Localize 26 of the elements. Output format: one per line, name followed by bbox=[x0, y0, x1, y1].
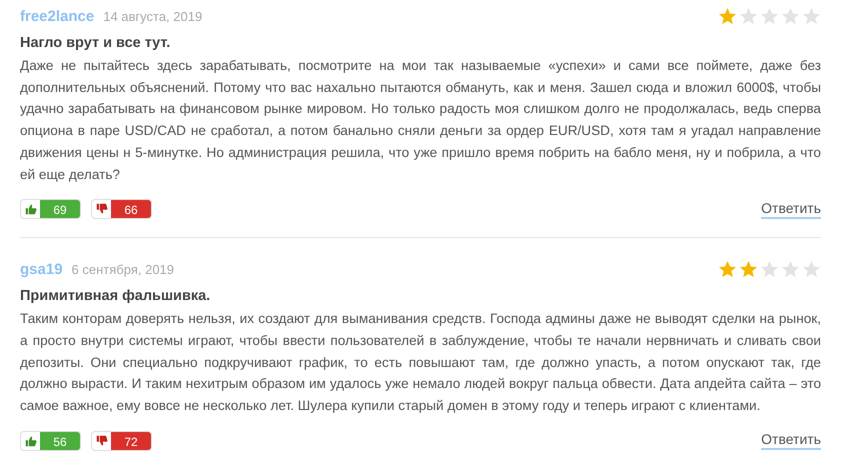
review-date: 6 сентября, 2019 bbox=[72, 262, 174, 278]
star-icon bbox=[739, 260, 758, 280]
like-button[interactable]: 69 bbox=[20, 199, 81, 220]
review-title: Нагло врут и все тут. bbox=[20, 35, 172, 51]
review-text: Даже не пытайтесь здесь зарабатывать, посмотрите на мои так называемые «успехи» и сами все поймете, даже без дополнительных объяснений. Потому что вас нахально пытаются обмануть, как и меня. Зашел сюда и вложил 6000$, чтобы удачно зарабатывать на финансовом рынке мировом. Но только радость моя слишком долго не продолжалась, ведь сперва опциона в паре USD/CAD не сработал, а потом банально сняли деньги за ордер EUR/USD, хотя там я угадал направление движения цены н 5-минутке. Но администрация решила, что уже пришло время побрить на бабло меня, ну и побрила, а что ей еще делать? bbox=[20, 57, 821, 184]
review-title: Примитивная фальшивка. bbox=[20, 288, 212, 304]
star-icon bbox=[739, 7, 758, 26]
star-icon bbox=[781, 260, 800, 280]
star-icon bbox=[802, 7, 821, 26]
dislike-button[interactable]: 66 bbox=[91, 199, 152, 220]
star-icon bbox=[718, 7, 737, 26]
star-icon bbox=[760, 7, 779, 26]
thumbs-down-icon bbox=[96, 434, 108, 447]
review-date: 14 августа, 2019 bbox=[103, 9, 202, 24]
star-icon bbox=[760, 260, 779, 280]
thumbs-up-icon bbox=[24, 203, 36, 216]
reply-link[interactable]: Ответить bbox=[761, 200, 821, 219]
star-icon bbox=[802, 260, 821, 280]
reply-link[interactable]: Ответить bbox=[761, 431, 821, 450]
star-icon bbox=[718, 260, 737, 280]
like-button[interactable]: 56 bbox=[20, 430, 81, 451]
review-text: Таким конторам доверять нельзя, их создают для выманивания средств. Господа админы даже не выводят сделки на рынок, а просто внутри системы играют, чтобы ввести пользователей в заблуждение, чтобы те начали нервничать и сливать свои депозиты. Они специально подкручивают график, то есть повышают там, где должно упасть, а потом опускают так, где должно вырасти. И таким нехитрым образом им удалось уже немало людей вокруг пальца обвести. Дата апдейта сайта – это самое важное, ему вовсе не несколько лет. Шулера купили старый домен в этому году и теперь играют с клиентами. bbox=[20, 310, 821, 416]
dislike-button[interactable]: 72 bbox=[91, 430, 152, 451]
star-icon bbox=[781, 7, 800, 26]
thumbs-up-icon bbox=[24, 434, 36, 447]
thumbs-down-icon bbox=[96, 203, 108, 216]
